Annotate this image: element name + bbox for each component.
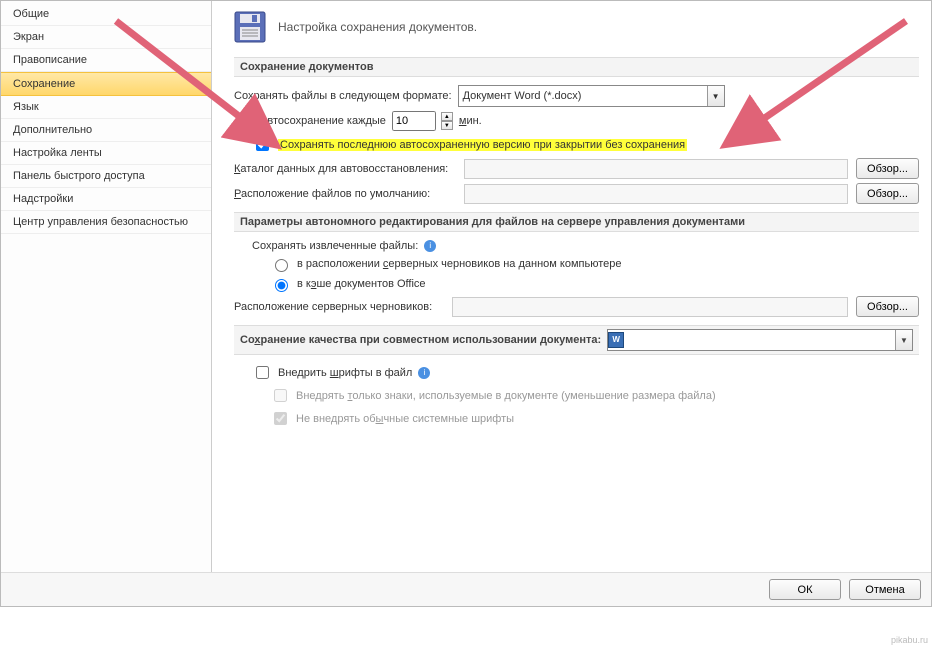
server-drafts-path-label: Расположение серверных черновиков: (234, 301, 444, 313)
sidebar-item-general[interactable]: Общие (1, 3, 211, 26)
autosave-minutes-input[interactable] (392, 111, 436, 131)
server-drafts-path-input[interactable] (452, 297, 848, 317)
radio-office-cache-row: в кэше документов Office (270, 276, 919, 292)
radio-server-drafts[interactable] (275, 259, 288, 272)
word-doc-icon (608, 332, 624, 348)
radio-server-drafts-label: в расположении серверных черновиков на д… (297, 258, 622, 270)
save-checked-out-label: Сохранять извлеченные файлы: (252, 240, 418, 252)
chevron-down-icon: ▼ (895, 330, 912, 350)
embed-skip-system-label: Не внедрять обычные системные шрифты (296, 413, 514, 425)
panel-heading-text: Настройка сохранения документов. (278, 20, 477, 34)
section-offline-editing: Параметры автономного редактирования для… (234, 212, 919, 232)
save-checked-out-label-row: Сохранять извлеченные файлы: i (252, 240, 919, 252)
embed-fonts-checkbox[interactable] (256, 366, 269, 379)
embed-fonts-row: Внедрить шрифты в файл i (252, 363, 919, 382)
embed-skip-system-row: Не внедрять обычные системные шрифты (270, 409, 919, 428)
sidebar-item-display[interactable]: Экран (1, 26, 211, 49)
cancel-button[interactable]: Отмена (849, 579, 921, 600)
sidebar-item-proofing[interactable]: Правописание (1, 49, 211, 72)
section-fidelity: Сохранение качества при совместном испол… (234, 325, 919, 355)
embed-used-row: Внедрять только знаки, используемые в до… (270, 386, 919, 405)
default-path-input[interactable] (464, 184, 848, 204)
save-format-combo[interactable]: Документ Word (*.docx) ▼ (458, 85, 725, 107)
browse-autorecover-button[interactable]: Обзор... (856, 158, 919, 179)
save-format-row: Сохранять файлы в следующем формате: Док… (234, 85, 919, 107)
autorecover-path-input[interactable] (464, 159, 848, 179)
server-drafts-path-row: Расположение серверных черновиков: Обзор… (234, 296, 919, 317)
radio-office-cache[interactable] (275, 279, 288, 292)
spin-down-icon[interactable]: ▼ (441, 121, 453, 130)
embed-used-label: Внедрять только знаки, используемые в до… (296, 390, 716, 402)
autosave-unit: мин. (459, 115, 482, 127)
embed-used-checkbox (274, 389, 287, 402)
browse-default-button[interactable]: Обзор... (856, 183, 919, 204)
sidebar-item-save[interactable]: Сохранение (1, 72, 211, 96)
spin-up-icon[interactable]: ▲ (441, 112, 453, 121)
info-icon[interactable]: i (418, 367, 430, 379)
keep-last-autosaved-checkbox[interactable] (256, 138, 269, 151)
default-path-label: Расположение файлов по умолчанию: (234, 188, 456, 200)
keep-last-autosaved-row: Сохранять последнюю автосохраненную верс… (252, 135, 919, 154)
sidebar-item-trust-center[interactable]: Центр управления безопасностью (1, 211, 211, 234)
fidelity-doc-combo[interactable]: ▼ (607, 329, 913, 351)
radio-server-drafts-row: в расположении серверных черновиков на д… (270, 256, 919, 272)
dialog-button-bar: ОК Отмена (1, 572, 931, 606)
floppy-icon (234, 11, 266, 43)
save-format-value: Документ Word (*.docx) (459, 90, 707, 102)
default-path-row: Расположение файлов по умолчанию: Обзор.… (234, 183, 919, 204)
section-fidelity-label: Сохранение качества при совместном испол… (240, 334, 601, 346)
autorecover-path-label: Каталог данных для автовосстановления: (234, 163, 456, 175)
chevron-down-icon: ▼ (707, 86, 724, 106)
save-format-label: Сохранять файлы в следующем формате: (234, 90, 452, 102)
ok-button[interactable]: ОК (769, 579, 841, 600)
category-sidebar: Общие Экран Правописание Сохранение Язык… (1, 1, 212, 572)
autosave-row: Автосохранение каждые ▲ ▼ мин. (234, 111, 919, 131)
panel-heading: Настройка сохранения документов. (234, 11, 919, 43)
embed-fonts-label: Внедрить шрифты в файл (278, 367, 412, 379)
section-save-documents: Сохранение документов (234, 57, 919, 77)
info-icon[interactable]: i (424, 240, 436, 252)
sidebar-item-customize-ribbon[interactable]: Настройка ленты (1, 142, 211, 165)
sidebar-item-advanced[interactable]: Дополнительно (1, 119, 211, 142)
watermark: pikabu.ru (891, 635, 928, 645)
autosave-spinner[interactable]: ▲ ▼ (441, 112, 453, 130)
embed-skip-system-checkbox (274, 412, 287, 425)
keep-last-autosaved-label: Сохранять последнюю автосохраненную верс… (278, 139, 687, 151)
autosave-checkbox[interactable] (238, 115, 251, 128)
browse-server-drafts-button[interactable]: Обзор... (856, 296, 919, 317)
sidebar-item-language[interactable]: Язык (1, 96, 211, 119)
sidebar-item-quick-access[interactable]: Панель быстрого доступа (1, 165, 211, 188)
dialog-body: Общие Экран Правописание Сохранение Язык… (1, 1, 931, 572)
options-dialog: Общие Экран Правописание Сохранение Язык… (0, 0, 932, 607)
sidebar-item-addins[interactable]: Надстройки (1, 188, 211, 211)
radio-office-cache-label: в кэше документов Office (297, 278, 426, 290)
save-options-panel: Настройка сохранения документов. Сохране… (212, 1, 931, 572)
autosave-label: Автосохранение каждые (260, 115, 386, 127)
autorecover-path-row: Каталог данных для автовосстановления: О… (234, 158, 919, 179)
